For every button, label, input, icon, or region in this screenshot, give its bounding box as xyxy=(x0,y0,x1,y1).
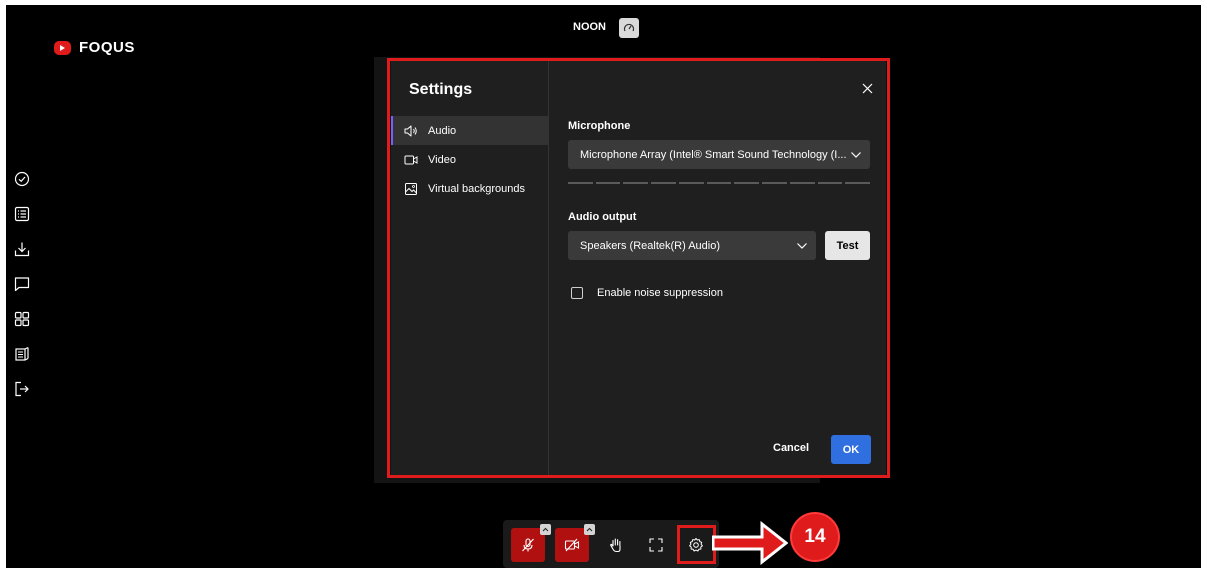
test-button[interactable]: Test xyxy=(825,231,870,260)
settings-button[interactable] xyxy=(681,528,711,562)
ok-button[interactable]: OK xyxy=(831,435,871,464)
audio-output-value: Speakers (Realtek(R) Audio) xyxy=(580,239,721,252)
settings-content: Microphone Microphone Array (Intel® Smar… xyxy=(549,61,886,475)
nav-item-audio[interactable]: Audio xyxy=(391,116,549,145)
nav-item-virtual-backgrounds[interactable]: Virtual backgrounds xyxy=(391,174,549,203)
meeting-toolbar xyxy=(503,520,719,568)
speaker-icon xyxy=(404,125,417,136)
microphone-label: Microphone xyxy=(568,120,631,132)
fullscreen-icon xyxy=(649,538,663,552)
settings-nav-list: Audio Video Virtual backgrounds xyxy=(391,116,549,203)
download-icon[interactable] xyxy=(12,239,32,259)
settings-dialog: Settings Audio Video Virtual backgrounds xyxy=(391,61,886,475)
arrow-right-icon xyxy=(712,521,788,565)
mic-options-caret[interactable] xyxy=(540,524,551,535)
chevron-up-icon xyxy=(542,527,549,532)
chevron-up-icon xyxy=(586,527,593,532)
session-label: NOON xyxy=(573,21,606,33)
step-number-badge: 14 xyxy=(788,510,842,564)
nav-item-video[interactable]: Video xyxy=(391,145,549,174)
image-icon xyxy=(405,182,417,195)
chevron-down-icon xyxy=(797,243,807,249)
audio-output-select[interactable]: Speakers (Realtek(R) Audio) xyxy=(568,231,816,260)
noise-suppression-checkbox[interactable] xyxy=(571,287,583,299)
gear-icon xyxy=(689,538,703,552)
microphone-select[interactable]: Microphone Array (Intel® Smart Sound Tec… xyxy=(568,140,870,169)
chat-icon[interactable] xyxy=(12,274,32,294)
exit-icon[interactable] xyxy=(12,379,32,399)
settings-title: Settings xyxy=(409,81,473,98)
chevron-down-icon xyxy=(851,152,861,158)
noise-suppression-row: Enable noise suppression xyxy=(571,287,723,299)
fullscreen-button[interactable] xyxy=(641,528,671,562)
raise-hand-icon xyxy=(610,538,621,553)
raise-hand-button[interactable] xyxy=(601,528,631,562)
audio-output-label: Audio output xyxy=(568,211,637,223)
nav-item-label: Video xyxy=(428,153,456,166)
microphone-level-meter xyxy=(568,182,871,184)
meeting-app: FOQUS NOON Settings Audio Video Virtual … xyxy=(6,5,1201,568)
book-icon[interactable] xyxy=(12,344,32,364)
brand-name: FOQUS xyxy=(79,39,135,56)
cancel-button[interactable]: Cancel xyxy=(773,442,809,454)
nav-item-label: Virtual backgrounds xyxy=(428,182,526,195)
settings-nav: Settings Audio Video Virtual backgrounds xyxy=(391,61,549,475)
camera-icon xyxy=(404,155,418,164)
list-icon[interactable] xyxy=(12,204,32,224)
check-circle-icon[interactable] xyxy=(12,169,32,189)
foqus-logo: FOQUS xyxy=(54,39,135,56)
grid-icon[interactable] xyxy=(12,309,32,329)
microphone-value: Microphone Array (Intel® Smart Sound Tec… xyxy=(580,148,847,161)
camera-off-icon xyxy=(564,538,580,552)
gauge-icon[interactable] xyxy=(619,18,639,38)
side-rail xyxy=(12,169,32,399)
nav-item-label: Audio xyxy=(428,124,457,137)
mic-off-icon xyxy=(522,538,534,552)
close-icon[interactable] xyxy=(858,79,876,97)
noise-suppression-label: Enable noise suppression xyxy=(597,287,723,299)
camera-options-caret[interactable] xyxy=(584,524,595,535)
foqus-logo-icon xyxy=(54,40,71,55)
